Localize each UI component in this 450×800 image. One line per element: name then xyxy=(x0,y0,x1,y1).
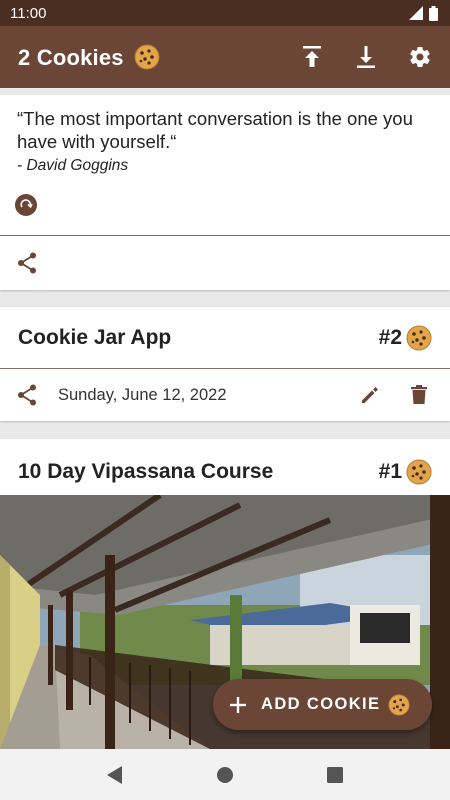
quote-text: “The most important conversation is the … xyxy=(17,108,413,152)
signal-icon xyxy=(409,6,423,20)
trash-icon xyxy=(411,385,427,404)
edit-icon xyxy=(362,387,378,403)
cookie-number-text: #2 xyxy=(378,325,402,349)
cookie-header: Cookie Jar App #2 xyxy=(0,307,450,368)
quote-author: - David Goggins xyxy=(17,157,129,174)
battery-icon xyxy=(429,5,438,21)
app-title: 2 Cookies xyxy=(18,44,294,71)
add-cookie-label: ADD COOKIE xyxy=(261,695,381,713)
upload-icon xyxy=(303,46,321,67)
cookie-actions xyxy=(360,385,434,405)
delete-cookie-button[interactable] xyxy=(410,385,428,405)
cookie-title: 10 Day Vipassana Course xyxy=(18,460,274,483)
export-button[interactable] xyxy=(294,39,330,75)
nav-home-button[interactable] xyxy=(216,766,234,784)
app-title-text: 2 Cookies xyxy=(18,44,124,70)
plus-icon xyxy=(230,696,246,713)
refresh-icon xyxy=(20,199,33,209)
status-icons xyxy=(409,5,438,21)
nav-back-button[interactable] xyxy=(106,765,123,784)
import-button[interactable] xyxy=(348,39,384,75)
back-icon xyxy=(106,765,122,784)
add-cookie-button[interactable]: ADD COOKIE xyxy=(213,679,432,730)
nav-recents-button[interactable] xyxy=(327,766,344,783)
cookie-footer: Sunday, June 12, 2022 xyxy=(0,369,450,421)
share-cookie-button[interactable] xyxy=(16,383,38,407)
cookie-date: Sunday, June 12, 2022 xyxy=(58,385,227,404)
share-quote-button[interactable] xyxy=(9,245,45,281)
settings-icon xyxy=(410,47,430,68)
recents-icon xyxy=(327,766,344,783)
cookie-number-text: #1 xyxy=(378,460,402,483)
settings-button[interactable] xyxy=(402,39,438,75)
cookie-icon xyxy=(134,44,160,69)
download-icon xyxy=(357,46,375,68)
share-icon xyxy=(18,384,36,406)
app-actions xyxy=(294,39,438,75)
quote-divider xyxy=(0,235,450,236)
cookie-title: Cookie Jar App xyxy=(18,325,172,349)
cookie-icon xyxy=(388,693,410,716)
cookie-icon xyxy=(406,325,432,350)
share-icon xyxy=(18,252,36,274)
status-time: 11:00 xyxy=(10,4,47,22)
refresh-quote-button[interactable] xyxy=(15,194,37,216)
cookie-card[interactable]: Cookie Jar App #2 Sunday, June 12, 2022 xyxy=(0,307,450,421)
home-icon xyxy=(216,766,233,783)
cookie-icon xyxy=(406,459,432,485)
quote-card: “The most important conversation is the … xyxy=(0,95,450,290)
cookie-number: #2 xyxy=(379,325,432,351)
system-nav-bar xyxy=(0,749,450,800)
edit-cookie-button[interactable] xyxy=(360,385,380,405)
status-bar: 11:00 xyxy=(0,0,450,26)
app-bar: 2 Cookies xyxy=(0,26,450,88)
cookie-number: #1 xyxy=(379,459,432,485)
